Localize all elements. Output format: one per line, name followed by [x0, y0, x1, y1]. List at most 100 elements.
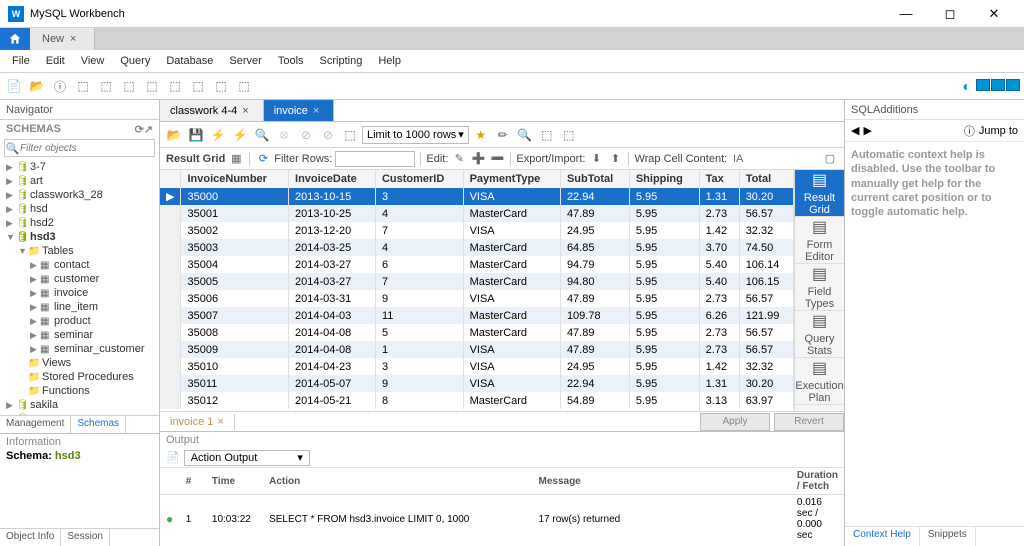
menu-edit[interactable]: Edit: [38, 52, 73, 70]
nav-fwd-icon[interactable]: ▶: [863, 124, 871, 137]
nav-back-icon[interactable]: ◀: [851, 124, 859, 137]
menu-scripting[interactable]: Scripting: [312, 52, 371, 70]
inspector-icon[interactable]: ⓘ: [50, 76, 70, 96]
refresh-icon[interactable]: ⟳: [135, 123, 144, 136]
expand-icon[interactable]: ↗: [144, 123, 153, 136]
btn10-icon[interactable]: ⬚: [211, 76, 231, 96]
grid-icon[interactable]: ▦: [228, 151, 244, 167]
menu-help[interactable]: Help: [370, 52, 409, 70]
menu-database[interactable]: Database: [158, 52, 221, 70]
table-row[interactable]: 350052014-03-277MasterCard94.805.955.401…: [160, 273, 794, 290]
tab-close-icon[interactable]: ×: [242, 105, 248, 117]
btn5-icon[interactable]: ⬚: [96, 76, 116, 96]
limit-select[interactable]: Limit to 1000 rows▾: [362, 126, 469, 144]
tab-management[interactable]: Management: [0, 416, 71, 433]
btn11-icon[interactable]: ⬚: [234, 76, 254, 96]
panel-square-icon[interactable]: ▢: [822, 151, 838, 167]
menu-query[interactable]: Query: [112, 52, 158, 70]
add-row-icon[interactable]: ➕: [470, 151, 486, 167]
maximize-button[interactable]: ◻: [928, 0, 972, 28]
table-row[interactable]: 350102014-04-233VISA24.955.951.4232.32: [160, 358, 794, 375]
output-table[interactable]: # TimeActionMessageDuration / Fetch ●110…: [160, 468, 844, 546]
beautify-icon[interactable]: ✏: [493, 125, 513, 145]
help-icon[interactable]: ⓘ: [964, 123, 975, 139]
column-header[interactable]: Total: [739, 170, 793, 188]
filter-toggle-icon[interactable]: ⟳: [255, 151, 271, 167]
doc-tab[interactable]: invoice×: [264, 100, 335, 121]
tree-item[interactable]: ▶🛢hsd: [0, 202, 159, 216]
new-sql-icon[interactable]: 📄: [4, 76, 24, 96]
minimize-button[interactable]: —: [884, 0, 928, 28]
output-selector[interactable]: Action Output▾: [184, 450, 310, 466]
tb1-icon[interactable]: ⬚: [537, 125, 557, 145]
tree-item[interactable]: ▶▦customer: [0, 272, 159, 286]
table-row[interactable]: 350082014-04-085MasterCard47.895.952.735…: [160, 324, 794, 341]
table-row[interactable]: 350072014-04-0311MasterCard109.785.956.2…: [160, 307, 794, 324]
filter-input[interactable]: [20, 143, 154, 154]
result-tab[interactable]: invoice 1 ×: [160, 414, 235, 430]
tree-item[interactable]: ▶▦contact: [0, 258, 159, 272]
schema-tree[interactable]: ▶🛢3-7▶🛢art▶🛢classwork3_28▶🛢hsd▶🛢hsd2▼🛢hs…: [0, 158, 159, 415]
column-header[interactable]: Shipping: [629, 170, 699, 188]
open-sql-icon[interactable]: 📂: [27, 76, 47, 96]
table-row[interactable]: 350012013-10-254MasterCard47.895.952.735…: [160, 205, 794, 222]
save-icon[interactable]: 💾: [186, 125, 206, 145]
table-row[interactable]: ▶350002013-10-153VISA22.945.951.3130.20: [160, 188, 794, 205]
btn4-icon[interactable]: ⬚: [73, 76, 93, 96]
tree-item[interactable]: ▶▦invoice: [0, 286, 159, 300]
delete-row-icon[interactable]: ➖: [489, 151, 505, 167]
tree-item[interactable]: 📁Functions: [0, 384, 159, 398]
menu-tools[interactable]: Tools: [270, 52, 312, 70]
tree-item[interactable]: ▶🛢art: [0, 174, 159, 188]
btn9-icon[interactable]: ⬚: [188, 76, 208, 96]
apply-button[interactable]: Apply: [700, 413, 770, 431]
close-button[interactable]: ✕: [972, 0, 1016, 28]
btn6-icon[interactable]: ⬚: [119, 76, 139, 96]
table-row[interactable]: 350042014-03-276MasterCard94.795.955.401…: [160, 256, 794, 273]
tree-item[interactable]: ▼🛢hsd3: [0, 230, 159, 244]
table-row[interactable]: 350112014-05-079VISA22.945.951.3130.20: [160, 375, 794, 392]
stop2-icon[interactable]: ⊘: [296, 125, 316, 145]
table-row[interactable]: 350032014-03-254MasterCard64.855.953.707…: [160, 239, 794, 256]
tree-item[interactable]: ▶🛢3-7: [0, 160, 159, 174]
table-row[interactable]: 350022013-12-207VISA24.955.951.4232.32: [160, 222, 794, 239]
explain-icon[interactable]: 🔍: [252, 125, 272, 145]
side-tab[interactable]: ▤Form Editor: [795, 217, 844, 264]
table-row[interactable]: 350122014-05-218MasterCard54.895.953.136…: [160, 392, 794, 409]
stop-icon[interactable]: ⦻: [274, 125, 294, 145]
panel-toggle-icon[interactable]: ◐: [963, 78, 971, 94]
tree-item[interactable]: ▶▦seminar_customer: [0, 342, 159, 356]
tab-close-icon[interactable]: ×: [217, 416, 223, 428]
tree-item[interactable]: ▶🛢hsd2: [0, 216, 159, 230]
export-icon[interactable]: ⬇: [588, 151, 604, 167]
home-tab[interactable]: [0, 28, 30, 50]
column-header[interactable]: Tax: [699, 170, 739, 188]
menu-file[interactable]: File: [4, 52, 38, 70]
tab-object-info[interactable]: Object Info: [0, 529, 61, 546]
connection-tab[interactable]: New ×: [30, 28, 95, 50]
tab-session[interactable]: Session: [61, 529, 110, 546]
search-toolbar-icon[interactable]: 🔍: [515, 125, 535, 145]
table-row[interactable]: 350062014-03-319VISA47.895.952.7356.57: [160, 290, 794, 307]
tab-close-icon[interactable]: ×: [313, 105, 319, 117]
side-tab[interactable]: ▤Execution Plan: [795, 358, 844, 405]
btn7-icon[interactable]: ⬚: [142, 76, 162, 96]
doc-tab[interactable]: classwork 4-4×: [160, 100, 264, 121]
tree-item[interactable]: ▶🛢sakila: [0, 398, 159, 412]
side-tab[interactable]: ▤Result Grid: [795, 170, 844, 217]
tab-snippets[interactable]: Snippets: [920, 527, 976, 546]
tree-item[interactable]: 📁Stored Procedures: [0, 370, 159, 384]
tab-schemas[interactable]: Schemas: [71, 416, 126, 433]
menu-view[interactable]: View: [73, 52, 113, 70]
tree-item[interactable]: ▶🛢classwork3_28: [0, 188, 159, 202]
import-icon[interactable]: ⬆: [607, 151, 623, 167]
open-icon[interactable]: 📂: [164, 125, 184, 145]
tree-item[interactable]: 📁Views: [0, 356, 159, 370]
tree-item[interactable]: ▶▦line_item: [0, 300, 159, 314]
revert-button[interactable]: Revert: [774, 413, 844, 431]
tree-item[interactable]: ▶▦seminar: [0, 328, 159, 342]
panel-layout-toggle[interactable]: [975, 79, 1020, 94]
column-header[interactable]: InvoiceNumber: [181, 170, 289, 188]
execute-step-icon[interactable]: ⚡: [230, 125, 250, 145]
filter-rows-input[interactable]: [335, 151, 415, 167]
